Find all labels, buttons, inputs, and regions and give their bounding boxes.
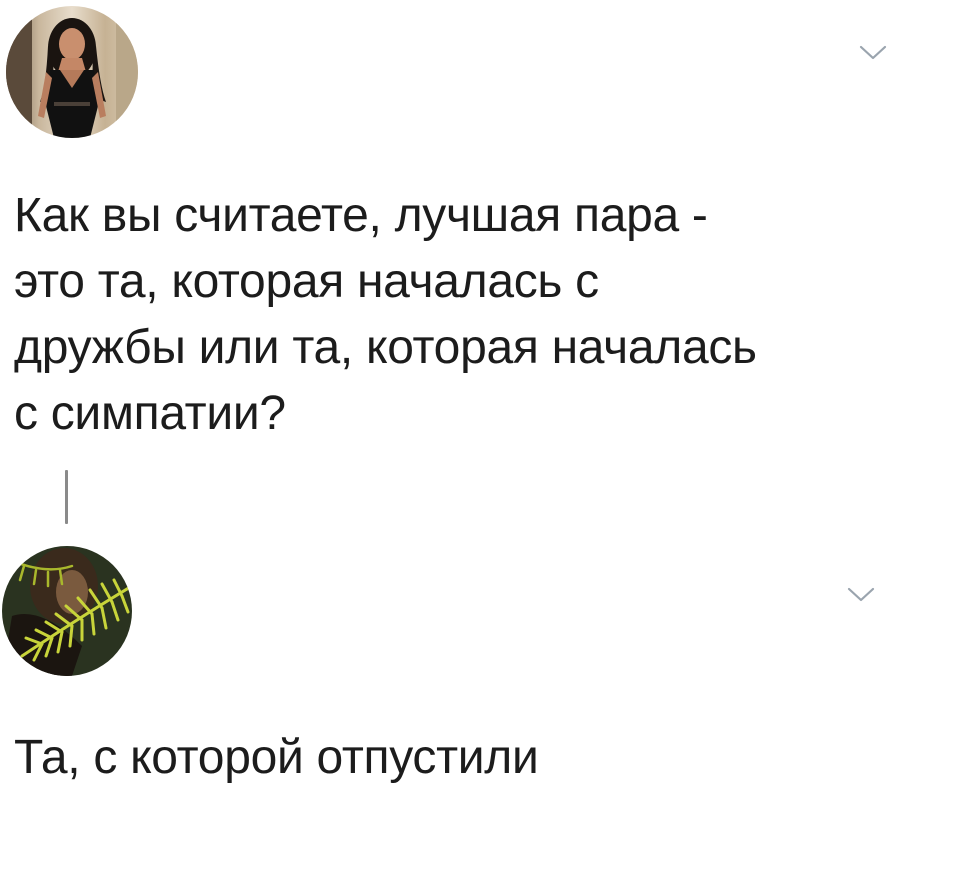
- thread-connector-line: [65, 470, 68, 524]
- tweet-text: Как вы считаете, лучшая пара - это та, к…: [14, 189, 757, 440]
- tweet-menu-button[interactable]: [858, 44, 888, 62]
- chevron-down-icon: [859, 45, 887, 60]
- tweet-2: Та, с которой отпустили: [0, 540, 960, 872]
- tweet-menu-button[interactable]: [846, 586, 876, 604]
- user-avatar-photo-icon: [6, 6, 138, 138]
- avatar[interactable]: [6, 6, 138, 138]
- chevron-down-icon: [847, 587, 875, 602]
- tweet-1: Как вы считаете, лучшая пара - это та, к…: [0, 0, 960, 470]
- user-avatar-photo-icon: [2, 546, 132, 676]
- tweet-text: Та, с которой отпустили: [14, 731, 539, 784]
- avatar[interactable]: [2, 546, 132, 676]
